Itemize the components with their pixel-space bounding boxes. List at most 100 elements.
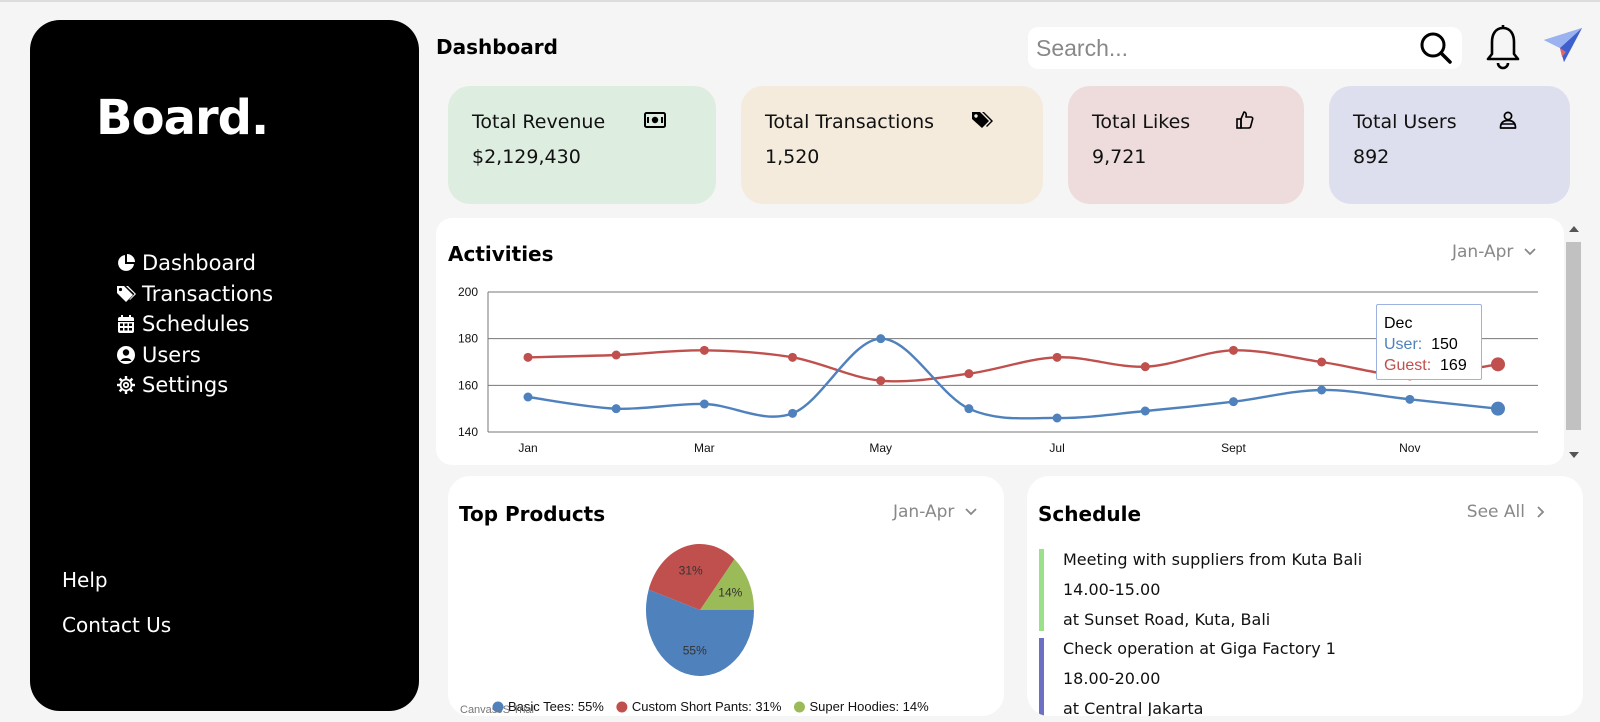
data-point-guest: [788, 352, 798, 362]
sidebar-item-schedules[interactable]: Schedules: [116, 309, 273, 340]
data-point-guest: [1052, 352, 1062, 362]
legend-marker: [793, 701, 805, 713]
top-products-pie-chart: 14%55%31%Basic Tees: 55% Custom Short Pan…: [460, 544, 929, 716]
data-point-user: [964, 404, 974, 414]
card-value: $2,129,430: [472, 146, 581, 168]
scrollbar-thumb[interactable]: [1566, 242, 1581, 430]
activities-scrollbar[interactable]: [1564, 220, 1582, 464]
pie-chart-icon: [118, 254, 135, 272]
stat-card-transactions: Total Transactions 1,520: [741, 86, 1043, 204]
bell-icon[interactable]: [1484, 24, 1522, 70]
data-point-user: [788, 408, 798, 418]
sidebar-item-label: Settings: [142, 373, 229, 398]
sidebar-item-users[interactable]: Users: [116, 340, 273, 371]
schedule-color-bar: [1039, 638, 1044, 716]
users-icon: [1499, 111, 1517, 129]
sidebar: Board. Dashboard Transactions Schedules …: [30, 20, 419, 711]
tooltip-guest-row: Guest: 169: [1384, 355, 1474, 376]
schedule-item[interactable]: Meeting with suppliers from Kuta Bali 14…: [1039, 549, 1559, 639]
scroll-down-arrow-icon[interactable]: [1569, 452, 1579, 458]
pie-slice-label: 31%: [679, 564, 703, 578]
search-input[interactable]: [1028, 34, 1408, 62]
top-products-panel: Top Products Jan-Apr 14% 55% 31% Basic Tees…: [448, 476, 1004, 716]
tags-icon: [972, 112, 993, 128]
sidebar-item-label: Users: [142, 342, 201, 367]
x-tick-label: Sept: [1221, 441, 1246, 455]
calendar-icon: [118, 315, 134, 334]
schedule-item-time: 18.00-20.00: [1063, 669, 1161, 688]
activities-panel: Activities Jan-Apr 140 160 180 200 Jan Mar May…: [436, 218, 1564, 465]
card-value: 9,721: [1092, 146, 1147, 168]
pie-slice-label: 14%: [718, 586, 742, 600]
thumbs-up-icon: [1236, 111, 1254, 129]
logo: Board.: [96, 90, 269, 146]
sidebar-item-label: Dashboard: [142, 251, 256, 276]
data-point-guest: [699, 345, 709, 355]
sidebar-item-label: Schedules: [142, 312, 250, 337]
tooltip-guest-value: 169: [1440, 357, 1467, 374]
card-label: Total Transactions: [765, 111, 935, 133]
data-point-user: [699, 399, 709, 409]
x-tick-label: Mar: [694, 441, 715, 455]
tooltip-user-label: User:: [1384, 336, 1423, 353]
data-point-guest: [611, 350, 621, 360]
data-point-guest: [964, 369, 974, 379]
search-icon[interactable]: [1418, 30, 1454, 66]
x-tick-label: Jan: [518, 441, 537, 455]
paper-plane-icon[interactable]: [1542, 26, 1584, 64]
series-line-guest: [527, 349, 1499, 383]
contact-us-link[interactable]: Contact Us: [62, 613, 171, 658]
page-title: Dashboard: [436, 35, 558, 59]
stat-card-users: Total Users 892: [1329, 86, 1570, 204]
chart-tooltip: Dec User: 150 Guest: 169: [1376, 304, 1482, 380]
tooltip-user-row: User: 150: [1384, 334, 1474, 355]
x-tick-label: Nov: [1399, 441, 1420, 455]
tooltip-month: Dec: [1384, 315, 1413, 332]
data-point-guest: [876, 376, 886, 386]
schedule-item-time: 14.00-15.00: [1063, 580, 1161, 599]
sidebar-nav: Dashboard Transactions Schedules Users S…: [116, 248, 273, 401]
legend-marker: [616, 701, 628, 713]
data-point-user: [523, 392, 533, 402]
sidebar-item-label: Transactions: [142, 281, 274, 306]
legend-label: Custom Short Pants: 31%: [632, 699, 782, 714]
help-link[interactable]: Help: [62, 568, 171, 613]
card-label: Total Likes: [1092, 111, 1191, 133]
pie-slice-label: 55%: [683, 643, 707, 657]
x-tick-label: May: [869, 441, 892, 455]
user-circle-icon: [117, 345, 135, 364]
data-point-user: [1317, 385, 1327, 395]
data-point-user: [1052, 413, 1062, 423]
tooltip-user-value: 150: [1431, 336, 1458, 353]
card-value: 892: [1353, 146, 1390, 168]
schedule-panel: Schedule See All Meeting with suppliers …: [1027, 476, 1583, 716]
data-point-guest: [523, 352, 533, 362]
see-all-link[interactable]: See All: [1467, 502, 1547, 522]
chevron-right-icon: [1537, 506, 1545, 518]
see-all-label: See All: [1466, 502, 1525, 522]
scroll-up-arrow-icon[interactable]: [1569, 226, 1579, 232]
y-tick-label: 200: [458, 285, 478, 299]
legend-label: Super Hoodies: 14%: [809, 699, 929, 714]
data-point-user: [1491, 401, 1505, 416]
data-point-guest: [1140, 362, 1150, 372]
data-point-guest: [1491, 357, 1505, 372]
data-point-user: [1228, 397, 1238, 407]
schedule-item-title: Check operation at Giga Factory 1: [1063, 639, 1336, 658]
cash-icon: [644, 112, 666, 128]
tags-icon: [117, 285, 136, 302]
stat-card-revenue: Total Revenue $2,129,430: [448, 86, 716, 204]
stat-card-likes: Total Likes 9,721: [1068, 86, 1304, 204]
gear-icon: [117, 376, 135, 395]
data-point-user: [1405, 394, 1415, 404]
schedule-item-place: at Central Jakarta: [1063, 699, 1204, 716]
sidebar-item-transactions[interactable]: Transactions: [116, 279, 273, 310]
data-point-user: [611, 404, 621, 414]
sidebar-item-settings[interactable]: Settings: [116, 370, 273, 401]
y-tick-label: 180: [458, 332, 478, 346]
data-point-user: [876, 334, 886, 344]
card-label: Total Users: [1353, 111, 1457, 133]
sidebar-item-dashboard[interactable]: Dashboard: [116, 248, 273, 279]
data-point-guest: [1228, 345, 1238, 355]
schedule-item[interactable]: Check operation at Giga Factory 1 18.00-…: [1039, 638, 1559, 716]
